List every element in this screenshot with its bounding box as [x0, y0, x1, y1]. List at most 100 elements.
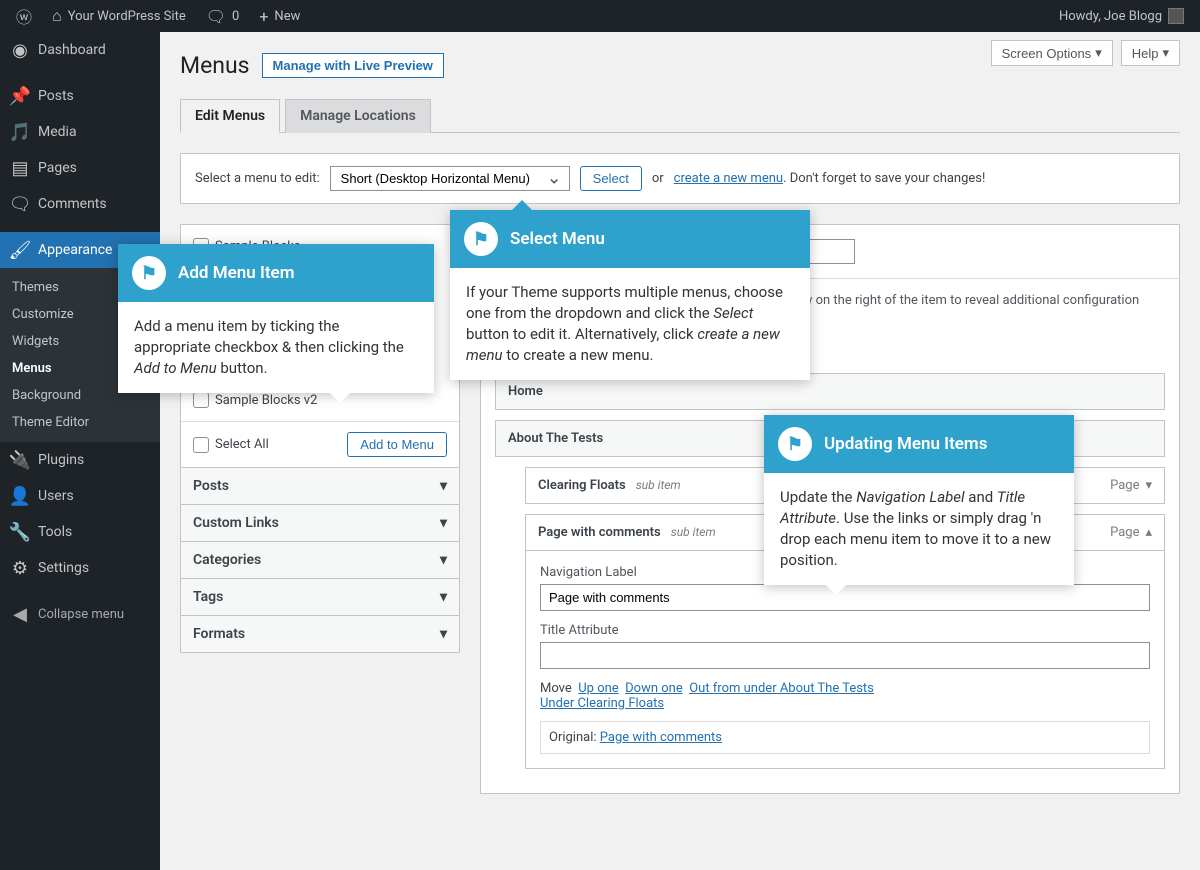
accordion-categories[interactable]: Categories▾ — [181, 541, 459, 578]
help-button[interactable]: Help ▾ — [1121, 40, 1180, 66]
pin-icon: 📌 — [10, 86, 30, 106]
accordion-formats[interactable]: Formats▾ — [181, 615, 459, 652]
sidebar-item-posts[interactable]: 📌 Posts — [0, 78, 160, 114]
menu-select-dropdown[interactable]: Short (Desktop Horizontal Menu) — [330, 166, 570, 191]
menu-item-title: Home — [508, 384, 543, 399]
label: Custom Links — [193, 515, 279, 531]
wordpress-icon: ⓦ — [16, 4, 32, 28]
checkbox[interactable] — [193, 392, 209, 408]
media-icon: 🎵 — [10, 122, 30, 142]
accordion-posts[interactable]: Posts▾ — [181, 467, 459, 504]
create-new-menu-link[interactable]: create a new menu — [674, 171, 783, 186]
home-icon: ⌂ — [52, 6, 62, 26]
brush-icon: 🖌 — [10, 240, 30, 260]
wp-logo[interactable]: ⓦ — [8, 0, 40, 32]
sidebar-label: Plugins — [38, 452, 84, 468]
avatar — [1168, 8, 1184, 24]
tooltip-add-menu-item: ⚑ Add Menu Item Add a menu item by tickin… — [118, 244, 434, 393]
menu-item-title: Page with comments — [538, 525, 661, 540]
label: Formats — [193, 626, 245, 642]
label: Tags — [193, 589, 223, 605]
comment-icon: 🗨 — [206, 7, 226, 26]
manage-live-preview-button[interactable]: Manage with Live Preview — [262, 53, 444, 78]
select-button[interactable]: Select — [580, 166, 642, 191]
sidebar-label: Dashboard — [38, 42, 106, 58]
sidebar-label: Appearance — [38, 242, 112, 258]
sidebar-item-pages[interactable]: ▤ Pages — [0, 150, 160, 186]
sub-item-label: sub item — [636, 478, 681, 492]
sidebar-item-comments[interactable]: 🗨 Comments — [0, 186, 160, 222]
add-to-menu-button[interactable]: Add to Menu — [347, 432, 447, 457]
reminder-text: . Don't forget to save your changes! — [783, 171, 985, 186]
text-em: Navigation Label — [856, 488, 964, 506]
tab-edit-menus[interactable]: Edit Menus — [180, 99, 280, 133]
new-content[interactable]: +New — [251, 0, 308, 32]
comments-icon: 🗨 — [10, 194, 30, 214]
checkbox[interactable] — [193, 437, 209, 453]
item-type: Page — [1110, 478, 1139, 493]
caret-up-icon: ▴ — [1145, 525, 1152, 540]
sidebar-item-media[interactable]: 🎵 Media — [0, 114, 160, 150]
menu-item-title: About The Tests — [508, 431, 603, 446]
tab-manage-locations[interactable]: Manage Locations — [285, 99, 431, 133]
sidebar-item-dashboard[interactable]: ◉ Dashboard — [0, 32, 160, 68]
submenu-theme-editor[interactable]: Theme Editor — [0, 409, 160, 436]
text: button. — [217, 359, 268, 377]
pages-icon: ▤ — [10, 158, 30, 178]
move-down-link[interactable]: Down one — [625, 681, 683, 696]
select-label: Select a menu to edit: — [195, 171, 320, 186]
tooltip-title: Updating Menu Items — [824, 434, 987, 454]
comments-count: 0 — [232, 9, 239, 24]
sidebar-item-users[interactable]: 👤Users — [0, 478, 160, 514]
tooltip-title: Add Menu Item — [178, 263, 294, 283]
sub-item-label: sub item — [671, 525, 716, 539]
sidebar-label: Media — [38, 124, 77, 140]
menu-select-row: Select a menu to edit: Short (Desktop Ho… — [180, 153, 1180, 204]
collapse-icon: ◀ — [10, 604, 30, 624]
sidebar-item-tools[interactable]: 🔧Tools — [0, 514, 160, 550]
label: Posts — [193, 478, 229, 494]
caret-down-icon: ▾ — [1095, 45, 1102, 61]
label: Screen Options — [1002, 46, 1092, 61]
text: to create a new menu. — [503, 346, 654, 364]
move-under-link[interactable]: Under Clearing Floats — [540, 696, 664, 711]
original-label: Original: — [549, 730, 597, 745]
sidebar-item-settings[interactable]: ⚙Settings — [0, 550, 160, 586]
flag-icon: ⚑ — [464, 222, 498, 256]
screen-options-button[interactable]: Screen Options ▾ — [991, 40, 1113, 66]
admin-sidebar: ◉ Dashboard 📌 Posts 🎵 Media ▤ Pages 🗨 Comment… — [0, 32, 160, 870]
page-title: Menus — [180, 52, 250, 79]
admin-bar: ⓦ ⌂Your WordPress Site 🗨0 +New Howdy, Jo… — [0, 0, 1200, 32]
nav-tabs: Edit Menus Manage Locations — [180, 99, 1180, 133]
sidebar-label: Pages — [38, 160, 77, 176]
accordion-custom-links[interactable]: Custom Links▾ — [181, 504, 459, 541]
flag-icon: ⚑ — [132, 256, 166, 290]
sidebar-label: Tools — [38, 524, 72, 540]
collapse-label: Collapse menu — [38, 607, 124, 622]
title-attr-input[interactable] — [540, 642, 1150, 669]
original-link[interactable]: Page with comments — [600, 730, 722, 745]
caret-down-icon: ▾ — [1162, 45, 1169, 61]
label: Sample Blocks v2 — [215, 393, 317, 408]
greeting: Howdy, Joe Blogg — [1059, 9, 1162, 24]
sidebar-item-plugins[interactable]: 🔌Plugins — [0, 442, 160, 478]
sidebar-label: Settings — [38, 560, 89, 576]
move-out-link[interactable]: Out from under About The Tests — [689, 681, 874, 696]
user-icon: 👤 — [10, 486, 30, 506]
accordion-tags[interactable]: Tags▾ — [181, 578, 459, 615]
sidebar-label: Posts — [38, 88, 74, 104]
comments-bubble[interactable]: 🗨0 — [198, 0, 248, 32]
text: and — [965, 488, 997, 506]
tooltip-title: Select Menu — [510, 229, 605, 249]
dashboard-icon: ◉ — [10, 40, 30, 60]
collapse-menu[interactable]: ◀ Collapse menu — [0, 596, 160, 632]
move-up-link[interactable]: Up one — [578, 681, 618, 696]
select-all-row[interactable]: Select All — [193, 434, 269, 456]
site-name[interactable]: ⌂Your WordPress Site — [44, 0, 194, 32]
my-account[interactable]: Howdy, Joe Blogg — [1051, 0, 1192, 32]
sidebar-label: Comments — [38, 196, 107, 212]
text: Add a menu item by ticking the appropria… — [134, 317, 404, 356]
text-em: Add to Menu — [134, 359, 217, 377]
label: Help — [1132, 46, 1159, 61]
label: Select All — [215, 437, 269, 452]
